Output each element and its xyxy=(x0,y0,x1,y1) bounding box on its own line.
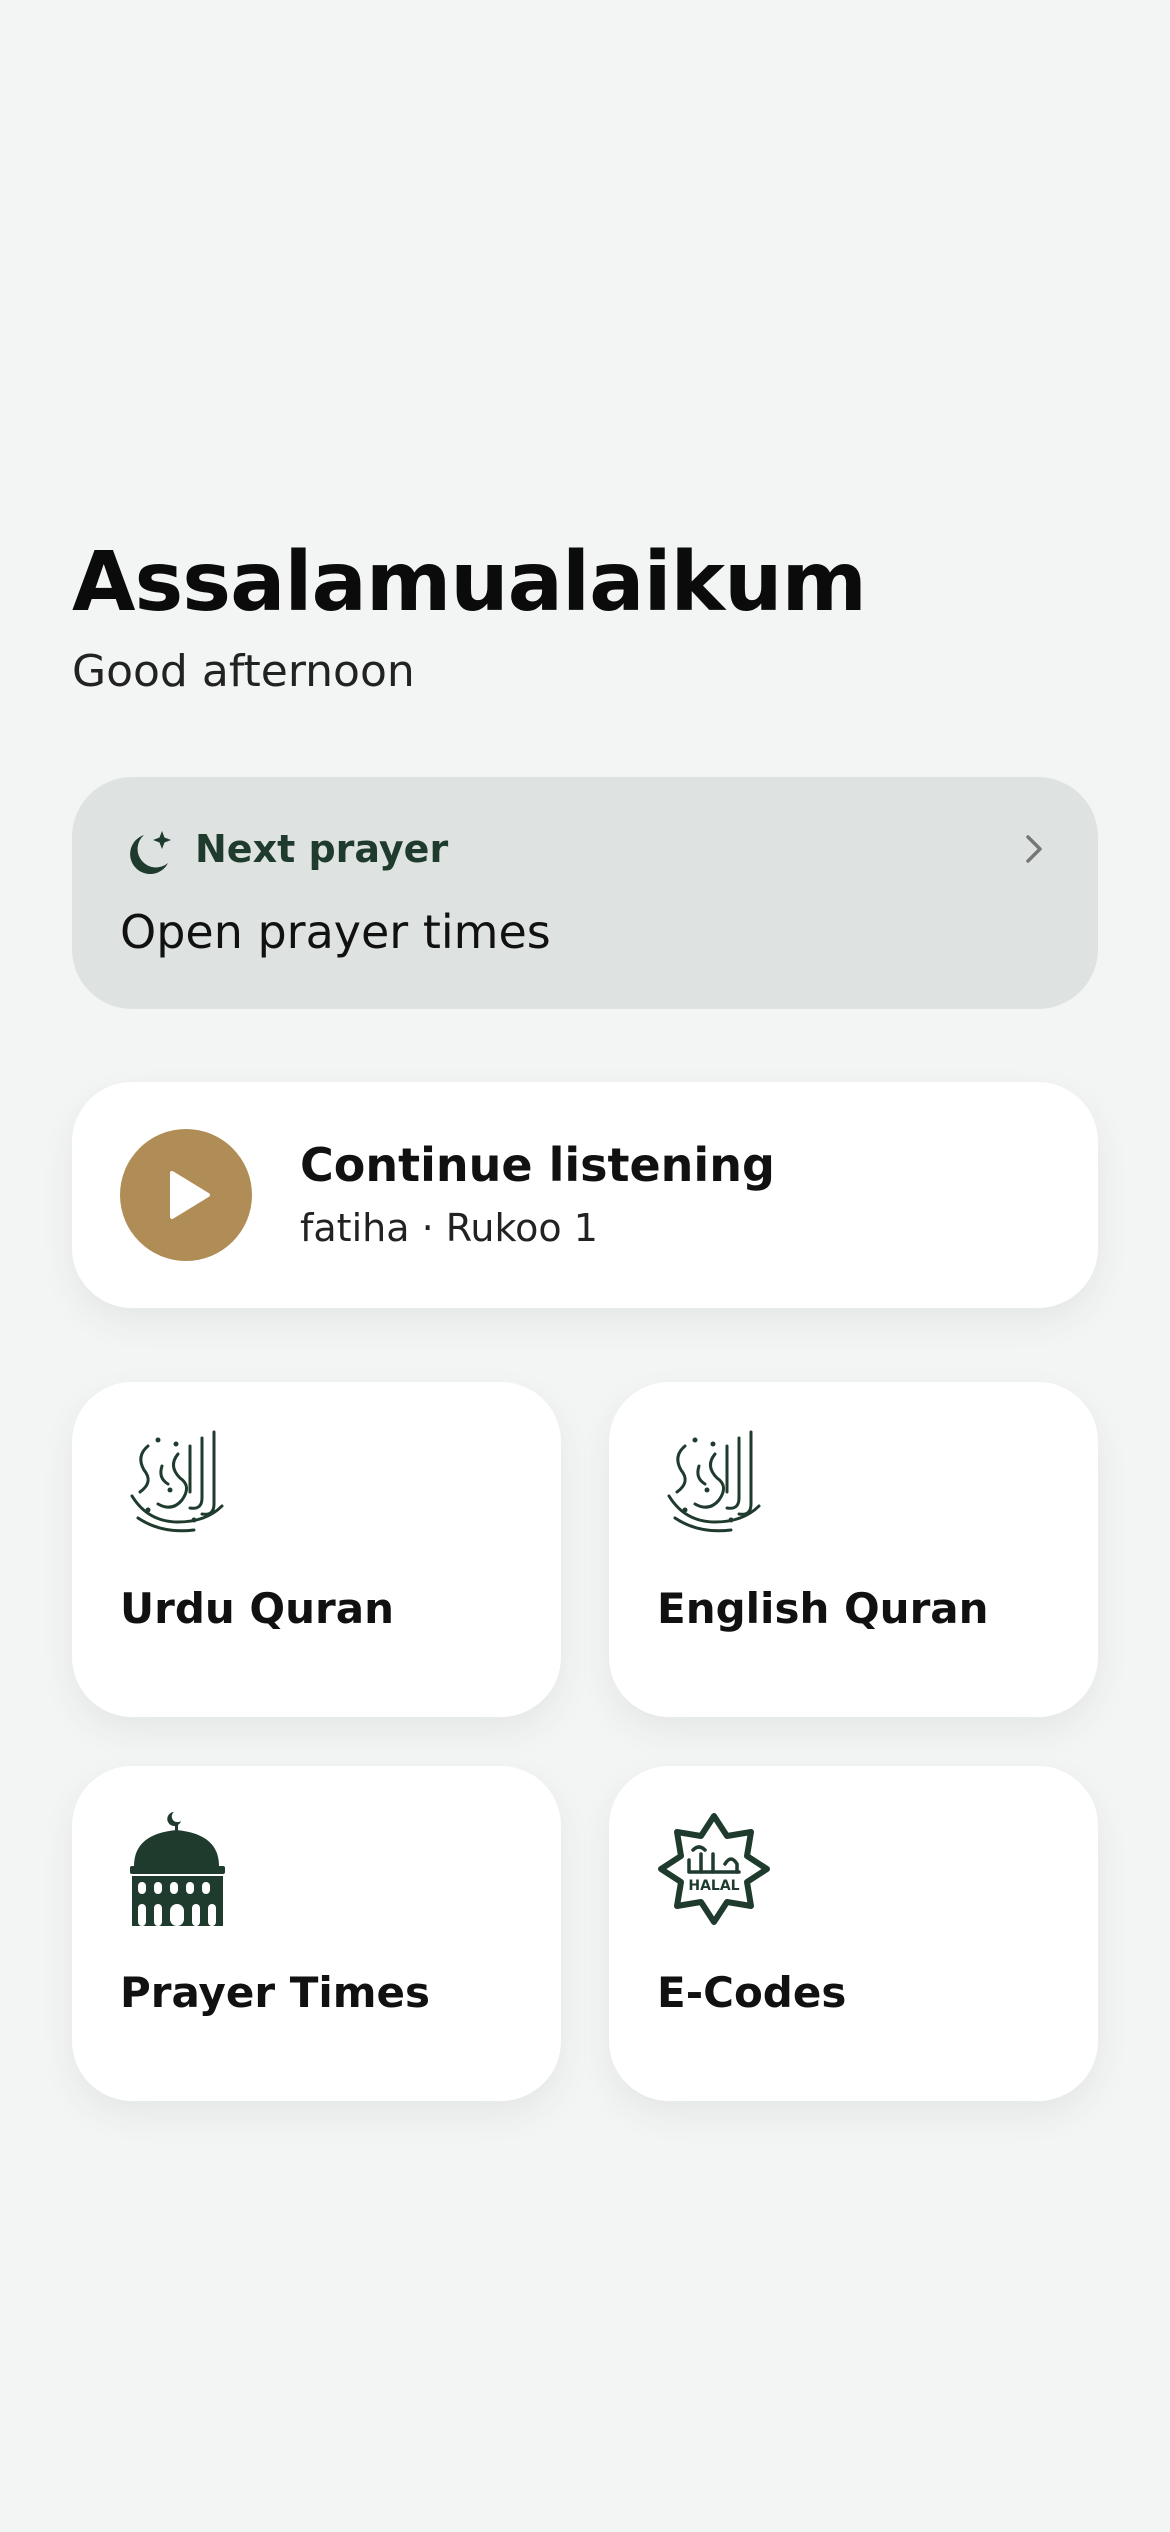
tile-label: E-Codes xyxy=(657,1968,847,2017)
tile-label: English Quran xyxy=(657,1584,989,1633)
chevron-right-icon xyxy=(1026,835,1042,863)
continue-listening-card[interactable]: Continue listening fatiha · Rukoo 1 xyxy=(72,1082,1098,1308)
moon-star-icon xyxy=(130,831,171,875)
tile-urdu-quran[interactable]: Urdu Quran xyxy=(72,1382,561,1717)
open-prayer-times-label: Open prayer times xyxy=(120,905,551,959)
mosque-icon xyxy=(130,1812,225,1926)
play-button[interactable] xyxy=(120,1129,252,1261)
halal-badge-icon: HALAL xyxy=(658,1813,770,1925)
halal-badge-text: HALAL xyxy=(688,1878,739,1894)
tile-prayer-times[interactable]: Prayer Times xyxy=(72,1766,561,2101)
next-prayer-label: Next prayer xyxy=(195,827,449,871)
tile-e-codes[interactable]: HALAL E-Codes xyxy=(609,1766,1098,2101)
play-icon xyxy=(170,1171,210,1219)
greeting-subtitle: Good afternoon xyxy=(72,646,415,697)
greeting-title: Assalamualaikum xyxy=(72,535,867,630)
next-prayer-card[interactable]: Next prayer Open prayer times xyxy=(72,777,1098,1009)
quran-calligraphy-icon xyxy=(130,1430,224,1533)
quran-calligraphy-icon xyxy=(667,1430,761,1533)
tile-label: Prayer Times xyxy=(120,1968,431,2017)
continue-listening-subtitle: fatiha · Rukoo 1 xyxy=(300,1206,598,1250)
tile-label: Urdu Quran xyxy=(120,1584,394,1633)
continue-listening-title: Continue listening xyxy=(300,1138,775,1192)
tile-english-quran[interactable]: English Quran xyxy=(609,1382,1098,1717)
